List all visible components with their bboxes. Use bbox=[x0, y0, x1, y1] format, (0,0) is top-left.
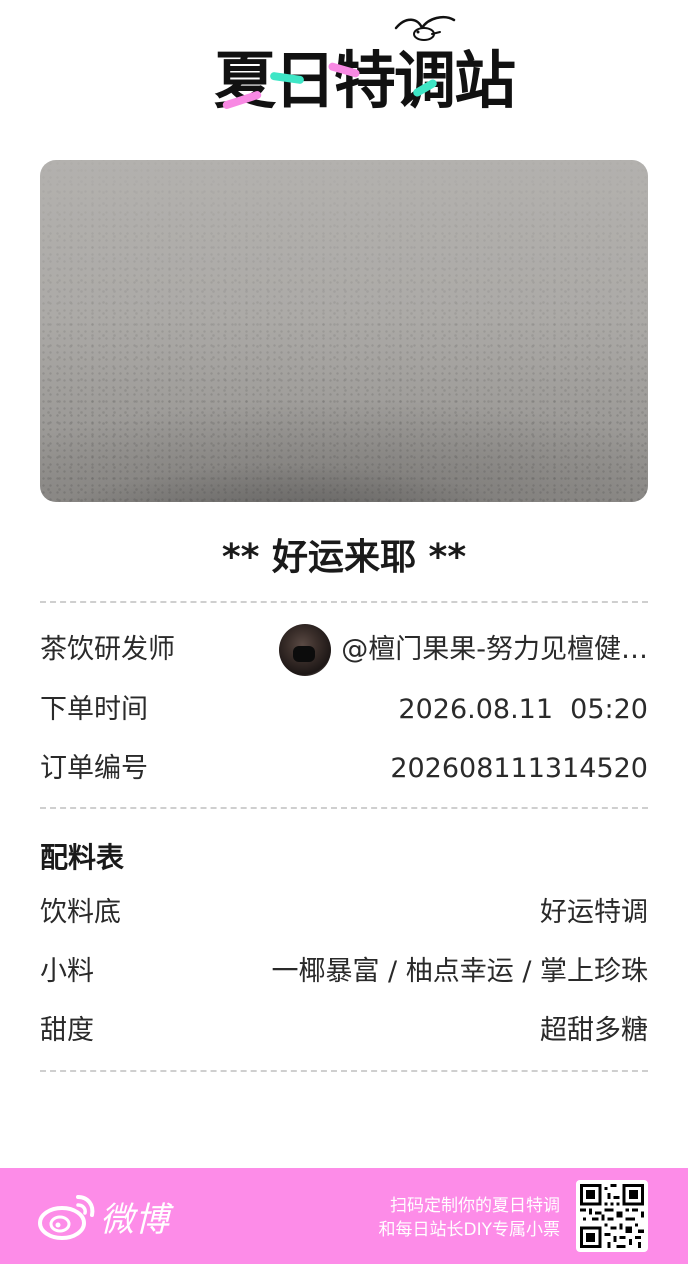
developer-info[interactable]: @檀门果果-努力见檀健… bbox=[195, 624, 648, 676]
weibo-brand-text: 微博 bbox=[100, 1199, 170, 1240]
row-base: 饮料底 好运特调 bbox=[40, 893, 648, 933]
footer-line-2: 和每日站长DIY专属小票 bbox=[378, 1220, 561, 1240]
order-number-value: 202608111314520 bbox=[390, 753, 648, 784]
qr-code-icon bbox=[580, 1184, 644, 1248]
drink-photo bbox=[40, 160, 648, 502]
ingredients-title: 配料表 bbox=[40, 841, 125, 874]
row-label: 甜度 bbox=[40, 1015, 94, 1046]
row-sweetness: 甜度 超甜多糖 bbox=[40, 1011, 648, 1051]
row-label: 茶饮研发师 bbox=[40, 634, 175, 665]
row-developer: 茶饮研发师 @檀门果果-努力见檀健… bbox=[40, 624, 648, 676]
developer-name[interactable]: @檀门果果-努力见檀健… bbox=[341, 630, 648, 670]
qr-code[interactable] bbox=[576, 1180, 648, 1252]
weibo-icon bbox=[38, 1195, 95, 1240]
sweetness-value: 超甜多糖 bbox=[540, 1015, 648, 1046]
row-toppings: 小料 一椰暴富 / 柚点幸运 / 掌上珍珠 bbox=[40, 952, 648, 992]
row-order-number: 订单编号 202608111314520 bbox=[40, 749, 648, 789]
footer-line-1: 扫码定制你的夏日特调 bbox=[390, 1196, 560, 1216]
photo-texture bbox=[40, 160, 648, 502]
avatar[interactable] bbox=[279, 624, 332, 676]
weibo-logo[interactable]: 微博 bbox=[38, 1190, 170, 1242]
order-time-value: 2026.08.11 05:20 bbox=[398, 694, 648, 725]
divider-top bbox=[40, 601, 648, 603]
row-label: 下单时间 bbox=[40, 694, 148, 725]
order-title: ** 好运来耶 ** bbox=[221, 537, 467, 578]
row-label: 小料 bbox=[40, 956, 94, 987]
divider-middle bbox=[40, 807, 648, 809]
toppings-value: 一椰暴富 / 柚点幸运 / 掌上珍珠 bbox=[271, 956, 648, 987]
divider-bottom bbox=[40, 1070, 648, 1072]
base-value: 好运特调 bbox=[540, 897, 648, 928]
row-label: 订单编号 bbox=[40, 753, 148, 784]
footer-caption: 扫码定制你的夏日特调 和每日站长DIY专属小票 bbox=[379, 1194, 561, 1242]
row-label: 饮料底 bbox=[40, 897, 121, 928]
app-header: 夏日特调站 bbox=[0, 0, 688, 140]
row-order-time: 下单时间 2026.08.11 05:20 bbox=[40, 690, 648, 730]
